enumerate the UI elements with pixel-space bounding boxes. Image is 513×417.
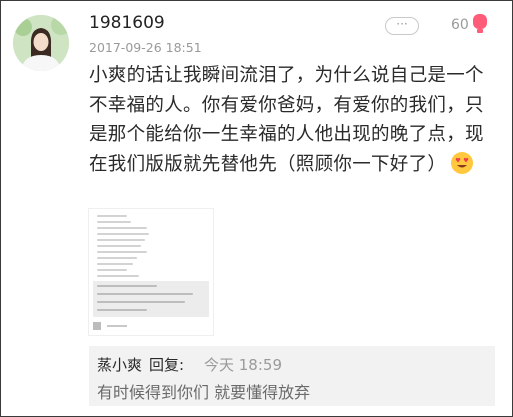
reply-label: 回复:: [149, 356, 185, 374]
reply-author[interactable]: 蒸小爽: [97, 354, 142, 375]
avatar[interactable]: [13, 15, 69, 71]
post-text: 小爽的话让我瞬间流泪了，为什么说自己是一个不幸福的人。你有爱你爸妈，有爱你的我们…: [89, 65, 484, 175]
post-card: 1981609 2017-09-26 18:51 ··· 60 小爽的话让我瞬间…: [0, 0, 513, 417]
username[interactable]: 1981609: [89, 13, 165, 33]
like-icon[interactable]: [472, 13, 488, 35]
attached-screenshot-image[interactable]: [89, 209, 213, 335]
reply-text: 有时候得到你们 就要懂得放弃: [97, 383, 311, 402]
post-timestamp: 2017-09-26 18:51: [89, 40, 202, 55]
reply-box: 蒸小爽 回复: 今天 18:59 有时候得到你们 就要懂得放弃: [89, 346, 495, 406]
post-content: 小爽的话让我瞬间流泪了，为什么说自己是一个不幸福的人。你有爱你爸妈，有爱你的我们…: [89, 61, 501, 179]
heart-eyes-emoji-icon: [451, 151, 474, 174]
more-options-button[interactable]: ···: [385, 17, 419, 35]
reply-time: 今天 18:59: [204, 356, 282, 374]
like-count: 60: [451, 17, 469, 33]
